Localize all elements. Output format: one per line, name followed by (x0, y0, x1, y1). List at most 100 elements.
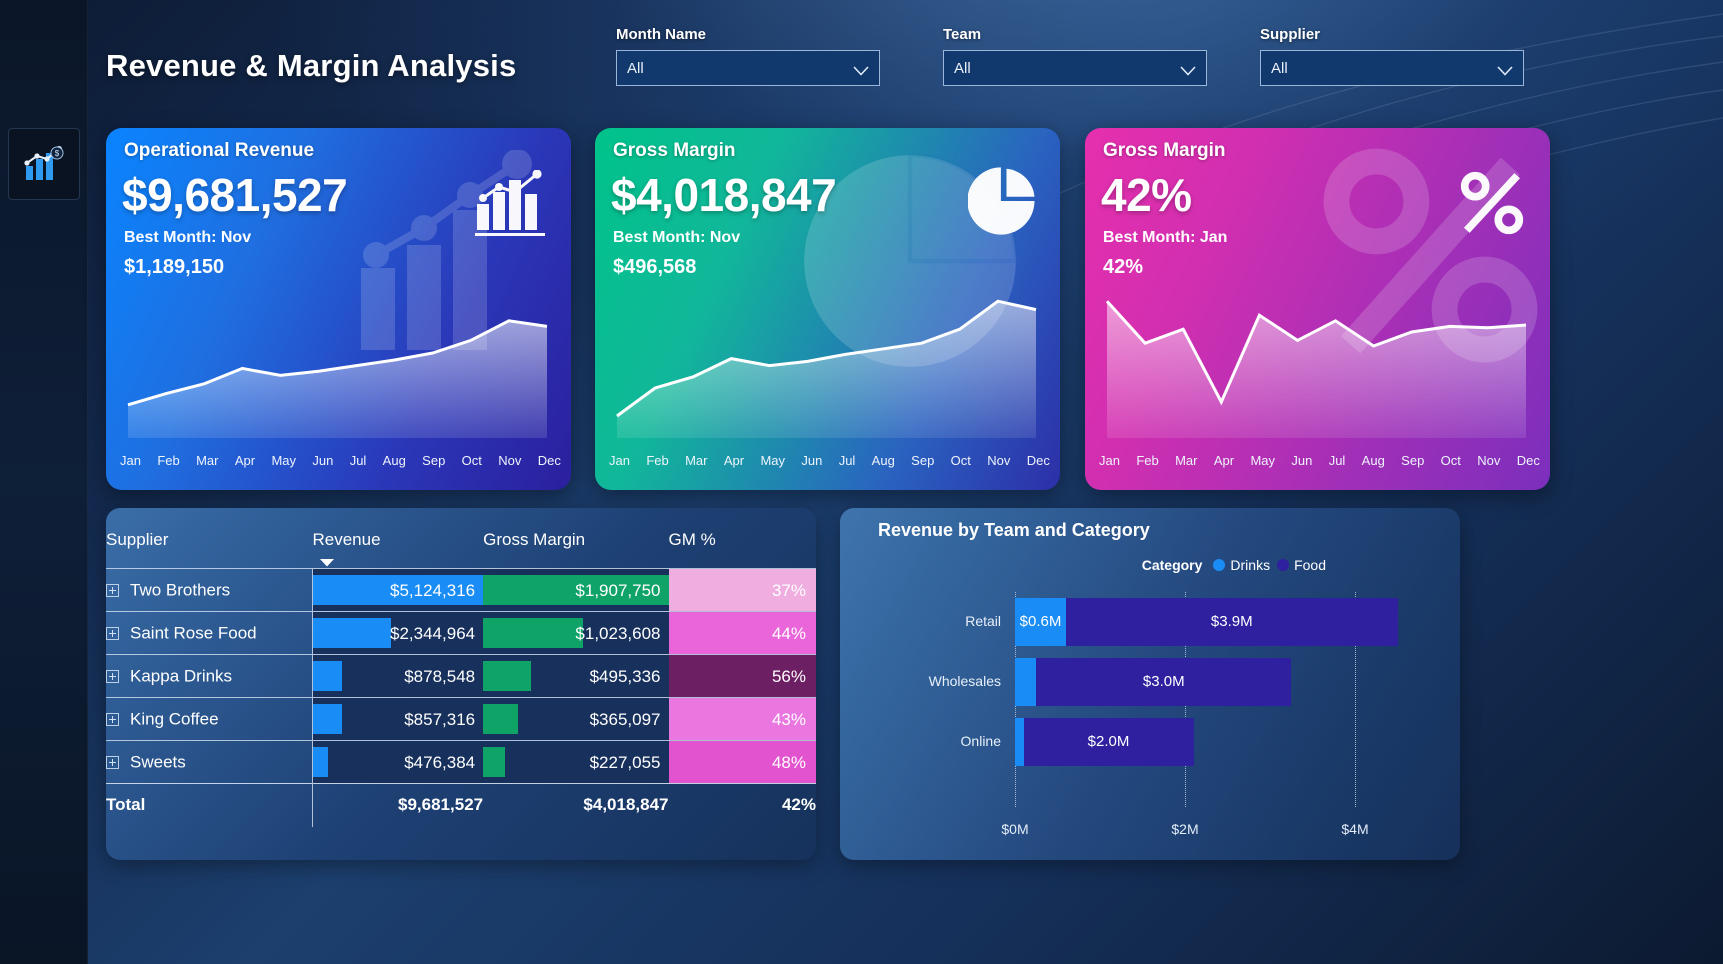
cell-gross-margin[interactable]: $1,907,750 (483, 568, 669, 612)
kpi-card-operational-revenue[interactable]: Operational Revenue $9,681,527 Best Mont… (106, 128, 571, 490)
column-header-gross-margin[interactable]: Gross Margin (483, 508, 668, 569)
month-tick: Jun (801, 453, 823, 468)
gm-percent-value: 43% (771, 710, 806, 729)
chart-bar-segment-food[interactable]: $3.9M (1066, 598, 1398, 646)
column-header-gm-percent[interactable]: GM % (669, 508, 817, 569)
svg-text:$: $ (55, 149, 60, 158)
month-tick: Dec (537, 453, 561, 468)
chart-bar-segment-food[interactable]: $2.0M (1023, 718, 1194, 766)
legend-title: Category (1141, 557, 1203, 573)
cell-revenue[interactable]: $5,124,316 (312, 568, 484, 612)
legend-item-food[interactable]: Food (1277, 557, 1326, 573)
cell-supplier[interactable]: Two Brothers (106, 568, 313, 612)
month-tick: Jan (609, 453, 630, 468)
slicer-month-name[interactable]: Month Name All (616, 26, 880, 86)
month-tick: Feb (157, 453, 180, 468)
table-row[interactable]: Kappa Drinks $878,548 $495,336 56% (106, 654, 816, 698)
expand-plus-icon[interactable] (106, 755, 119, 769)
chart-bar-data-label: $2.0M (1087, 733, 1130, 750)
expand-plus-icon[interactable] (106, 669, 119, 683)
table-row[interactable]: Saint Rose Food $2,344,964 $1,023,608 44% (106, 611, 816, 655)
cell-gross-margin[interactable]: $495,336 (483, 654, 669, 698)
month-tick: Sep (422, 453, 446, 468)
chevron-down-icon[interactable] (853, 63, 869, 76)
cell-revenue[interactable]: $857,316 (312, 697, 484, 741)
month-tick: Mar (196, 453, 219, 468)
expand-plus-icon[interactable] (106, 626, 119, 640)
legend-color-swatch (1213, 559, 1226, 571)
month-tick: Jan (1099, 453, 1120, 468)
cell-gm-percent[interactable]: 44% (668, 611, 816, 655)
month-tick: Oct (1440, 453, 1461, 468)
cell-gross-margin[interactable]: $365,097 (483, 697, 669, 741)
bar-chart-trend-icon (475, 169, 549, 241)
cell-gm-percent[interactable]: 37% (668, 568, 816, 612)
cell-revenue[interactable]: $2,344,964 (312, 611, 484, 655)
chevron-down-icon[interactable] (1180, 63, 1196, 76)
column-header-revenue[interactable]: Revenue (312, 508, 483, 569)
chart-plot-area: $0M $2M $4M Retail $0.6M $3.9M Wholesales $3.0M… (840, 578, 1460, 860)
slicer-month-name-dropdown[interactable]: All (616, 50, 880, 86)
slicer-team[interactable]: Team All (943, 26, 1207, 86)
table-row[interactable]: Sweets $476,384 $227,055 48% (106, 740, 816, 784)
cell-gm-percent[interactable]: 43% (668, 697, 816, 741)
cell-gross-margin[interactable]: $227,055 (483, 740, 669, 784)
slicer-team-value: All (954, 59, 971, 77)
cell-supplier[interactable]: King Coffee (106, 697, 313, 741)
supplier-matrix-panel[interactable]: Supplier Revenue Gross Margin GM % Two B… (106, 508, 816, 860)
chart-bar-segment-food[interactable]: $3.0M (1036, 658, 1292, 706)
cell-supplier[interactable]: Saint Rose Food (106, 611, 313, 655)
supplier-name: Saint Rose Food (130, 623, 257, 643)
month-tick: Jun (312, 453, 334, 468)
kpi-best-month-label: Best Month: Jan (1103, 229, 1228, 246)
kpi-value: $9,681,527 (122, 169, 348, 221)
month-tick: Aug (1361, 453, 1385, 468)
month-tick: May (760, 453, 785, 468)
kpi-sparkline (1085, 258, 1550, 438)
total-gm-percent: 42% (781, 795, 816, 815)
cell-revenue[interactable]: $476,384 (312, 740, 484, 784)
chart-bar-row[interactable]: $3.0M (840, 658, 1460, 706)
kpi-month-axis: Jan Feb Mar Apr May Jun Jul Aug Sep Oct … (1099, 453, 1540, 468)
kpi-card-gross-margin-percent[interactable]: Gross Margin 42% Best Month: Jan 42% Jan… (1085, 128, 1550, 490)
kpi-month-axis: Jan Feb Mar Apr May Jun Jul Aug Sep Oct … (609, 453, 1050, 468)
table-row[interactable]: Two Brothers $5,124,316 $1,907,750 37% (106, 568, 816, 612)
legend-item-drinks[interactable]: Drinks (1213, 557, 1270, 573)
month-tick: Dec (1516, 453, 1540, 468)
revenue-by-team-and-category-chart[interactable]: Revenue by Team and Category Category Dr… (840, 508, 1460, 860)
column-header-supplier[interactable]: Supplier (106, 508, 312, 569)
report-chart-icon[interactable]: $ (8, 128, 80, 200)
chart-bar-segment-drinks[interactable] (1015, 718, 1024, 766)
left-rail: $ (0, 0, 88, 964)
kpi-value: $4,018,847 (611, 169, 837, 221)
slicer-supplier[interactable]: Supplier All (1260, 26, 1524, 86)
revenue-value: $2,344,964 (390, 624, 476, 643)
month-tick: May (1250, 453, 1275, 468)
kpi-card-gross-margin[interactable]: Gross Margin $4,018,847 Best Month: Nov … (595, 128, 1060, 490)
slicer-supplier-dropdown[interactable]: All (1260, 50, 1524, 86)
gross-margin-value: $495,336 (589, 667, 661, 686)
revenue-value: $857,316 (404, 710, 476, 729)
cell-supplier[interactable]: Kappa Drinks (106, 654, 313, 698)
expand-plus-icon[interactable] (106, 712, 119, 726)
kpi-value: 42% (1101, 169, 1192, 221)
chart-bar-segment-drinks[interactable]: $0.6M (1015, 598, 1066, 646)
kpi-title: Gross Margin (613, 140, 736, 161)
column-header-revenue-label: Revenue (312, 530, 381, 549)
cell-gm-percent[interactable]: 56% (668, 654, 816, 698)
cell-supplier[interactable]: Sweets (106, 740, 313, 784)
cell-revenue[interactable]: $878,548 (312, 654, 484, 698)
month-tick: Oct (950, 453, 971, 468)
chart-bar-row[interactable]: $0.6M $3.9M (840, 598, 1460, 646)
expand-plus-icon[interactable] (106, 583, 119, 597)
cell-gm-percent[interactable]: 48% (668, 740, 816, 784)
chart-bar-segment-drinks[interactable] (1015, 658, 1037, 706)
chevron-down-icon[interactable] (1497, 63, 1513, 76)
slicer-team-dropdown[interactable]: All (943, 50, 1207, 86)
table-row[interactable]: King Coffee $857,316 $365,097 43% (106, 697, 816, 741)
cell-gross-margin[interactable]: $1,023,608 (483, 611, 669, 655)
chart-bar-row[interactable]: $2.0M (840, 718, 1460, 766)
gross-margin-value: $365,097 (589, 710, 661, 729)
percent-icon (1456, 168, 1528, 243)
month-tick: Dec (1026, 453, 1050, 468)
